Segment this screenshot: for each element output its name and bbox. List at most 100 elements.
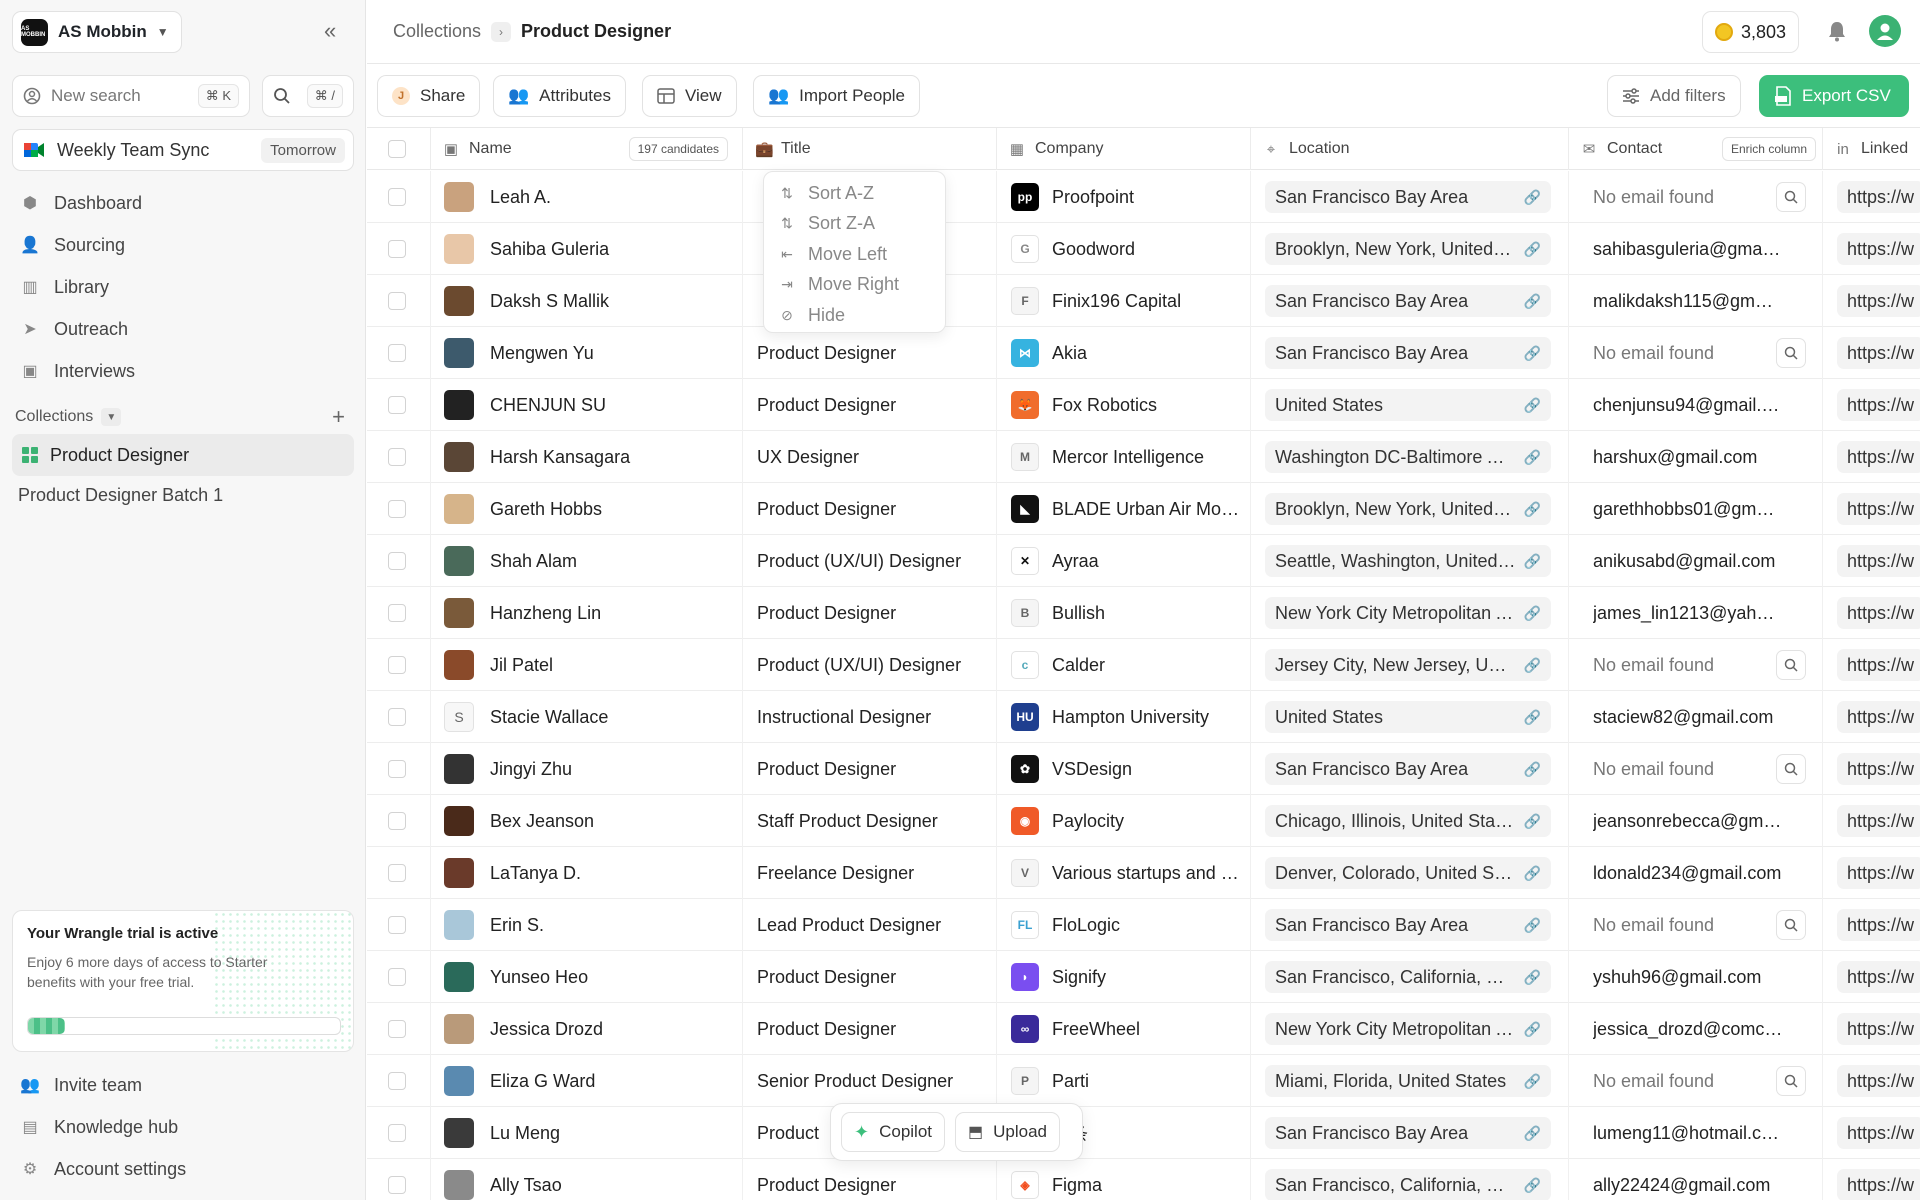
company-cell[interactable]: FL FloLogic xyxy=(997,899,1251,951)
table-row[interactable]: Sahiba Guleria G Goodword Brooklyn, New Yor… xyxy=(367,223,1920,275)
workspace-switcher[interactable]: AS MOBBIN AS Mobbin ▼ xyxy=(12,11,182,53)
row-checkbox[interactable] xyxy=(388,760,406,778)
contact-cell[interactable]: No email found xyxy=(1569,639,1823,691)
menu-item-hide[interactable]: ⊘ Hide xyxy=(764,300,945,331)
name-cell[interactable]: Gareth Hobbs xyxy=(431,483,743,535)
linkedin-cell[interactable]: https://w xyxy=(1823,379,1920,431)
location-cell[interactable]: New York City Metropolitan Area 🔗 xyxy=(1251,1003,1569,1055)
linkedin-cell[interactable]: https://w xyxy=(1823,275,1920,327)
company-cell[interactable]: c Calder xyxy=(997,639,1251,691)
linkedin-url[interactable]: https://w xyxy=(1837,389,1920,421)
linkedin-url[interactable]: https://w xyxy=(1837,285,1920,317)
location-pill[interactable]: San Francisco Bay Area 🔗 xyxy=(1265,337,1551,369)
location-cell[interactable]: San Francisco Bay Area 🔗 xyxy=(1251,743,1569,795)
company-cell[interactable]: M Mercor Intelligence xyxy=(997,431,1251,483)
title-cell[interactable]: Product Designer xyxy=(743,379,997,431)
name-cell[interactable]: Harsh Kansagara xyxy=(431,431,743,483)
title-cell[interactable]: Product Designer xyxy=(743,327,997,379)
linkedin-cell[interactable]: https://w xyxy=(1823,795,1920,847)
location-pill[interactable]: Brooklyn, New York, United States 🔗 xyxy=(1265,493,1551,525)
location-cell[interactable]: Brooklyn, New York, United States 🔗 xyxy=(1251,223,1569,275)
linkedin-url[interactable]: https://w xyxy=(1837,545,1920,577)
linkedin-cell[interactable]: https://w xyxy=(1823,431,1920,483)
table-row[interactable]: Shah Alam Product (UX/UI) Designer ✕ Ayraa S… xyxy=(367,535,1920,587)
name-cell[interactable]: Daksh S Mallik xyxy=(431,275,743,327)
enrich-search-icon[interactable] xyxy=(1776,910,1806,940)
contact-cell[interactable]: No email found xyxy=(1569,743,1823,795)
enrich-search-icon[interactable] xyxy=(1776,650,1806,680)
contact-cell[interactable]: No email found xyxy=(1569,1055,1823,1107)
enrich-search-icon[interactable] xyxy=(1776,182,1806,212)
row-checkbox[interactable] xyxy=(388,968,406,986)
export-csv-button[interactable]: Export CSV xyxy=(1759,75,1909,117)
contact-cell[interactable]: staciew82@gmail.com xyxy=(1569,691,1823,743)
linkedin-cell[interactable]: https://w xyxy=(1823,171,1920,223)
table-row[interactable]: Mengwen Yu Product Designer ⋈ Akia San Franc… xyxy=(367,327,1920,379)
location-pill[interactable]: San Francisco, California, United States… xyxy=(1265,1169,1551,1200)
nav-item-outreach[interactable]: ➤ Outreach xyxy=(12,308,354,350)
name-cell[interactable]: S Stacie Wallace xyxy=(431,691,743,743)
title-cell[interactable]: Lead Product Designer xyxy=(743,899,997,951)
menu-item-sort-a-z[interactable]: ⇅ Sort A-Z xyxy=(764,178,945,209)
name-cell[interactable]: Jil Patel xyxy=(431,639,743,691)
company-cell[interactable]: ◣ BLADE Urban Air Mobility xyxy=(997,483,1251,535)
linkedin-cell[interactable]: https://w xyxy=(1823,327,1920,379)
column-header-location[interactable]: ⌖ Location xyxy=(1251,128,1569,170)
contact-cell[interactable]: No email found xyxy=(1569,899,1823,951)
title-cell[interactable]: Senior Product Designer xyxy=(743,1055,997,1107)
row-checkbox[interactable] xyxy=(388,812,406,830)
location-cell[interactable]: Denver, Colorado, United States 🔗 xyxy=(1251,847,1569,899)
nav-item-dashboard[interactable]: ⬢ Dashboard xyxy=(12,182,354,224)
column-header-contact[interactable]: ✉ Contact Enrich column xyxy=(1569,128,1823,170)
location-cell[interactable]: San Francisco Bay Area 🔗 xyxy=(1251,1107,1569,1159)
row-checkbox[interactable] xyxy=(388,1176,406,1194)
name-cell[interactable]: Leah A. xyxy=(431,171,743,223)
user-avatar[interactable] xyxy=(1869,15,1901,47)
location-cell[interactable]: United States 🔗 xyxy=(1251,379,1569,431)
contact-cell[interactable]: jeansonrebecca@gmail.com xyxy=(1569,795,1823,847)
location-pill[interactable]: San Francisco Bay Area 🔗 xyxy=(1265,285,1551,317)
column-header-name[interactable]: ▣ Name 197 candidates xyxy=(431,128,743,170)
collapse-sidebar-icon[interactable]: « xyxy=(324,20,336,42)
location-cell[interactable]: United States 🔗 xyxy=(1251,691,1569,743)
nav-item-account-settings[interactable]: ⚙ Account settings xyxy=(12,1148,354,1190)
location-pill[interactable]: Chicago, Illinois, United States 🔗 xyxy=(1265,805,1551,837)
table-row[interactable]: Daksh S Mallik F Finix196 Capital San Franc… xyxy=(367,275,1920,327)
linkedin-url[interactable]: https://w xyxy=(1837,753,1920,785)
import-people-button[interactable]: 👥 Import People xyxy=(753,75,921,117)
linkedin-url[interactable]: https://w xyxy=(1837,233,1920,265)
table-row[interactable]: Jingyi Zhu Product Designer ✿ VSDesign San F… xyxy=(367,743,1920,795)
row-checkbox[interactable] xyxy=(388,1072,406,1090)
linkedin-url[interactable]: https://w xyxy=(1837,337,1920,369)
linkedin-url[interactable]: https://w xyxy=(1837,909,1920,941)
nav-item-sourcing[interactable]: 👤 Sourcing xyxy=(12,224,354,266)
linkedin-cell[interactable]: https://w xyxy=(1823,1107,1920,1159)
company-cell[interactable]: 🦊 Fox Robotics xyxy=(997,379,1251,431)
name-cell[interactable]: CHENJUN SU xyxy=(431,379,743,431)
location-cell[interactable]: Miami, Florida, United States 🔗 xyxy=(1251,1055,1569,1107)
row-checkbox[interactable] xyxy=(388,604,406,622)
table-row[interactable]: Hanzheng Lin Product Designer B Bullish New … xyxy=(367,587,1920,639)
company-cell[interactable]: B Bullish xyxy=(997,587,1251,639)
contact-cell[interactable]: sahibasguleria@gmail.com xyxy=(1569,223,1823,275)
location-pill[interactable]: Seattle, Washington, United States 🔗 xyxy=(1265,545,1551,577)
location-pill[interactable]: Jersey City, New Jersey, United States 🔗 xyxy=(1265,649,1551,681)
nav-item-library[interactable]: ▥ Library xyxy=(12,266,354,308)
location-pill[interactable]: Denver, Colorado, United States 🔗 xyxy=(1265,857,1551,889)
location-pill[interactable]: San Francisco Bay Area 🔗 xyxy=(1265,753,1551,785)
title-cell[interactable]: Instructional Designer xyxy=(743,691,997,743)
nav-item-invite-team[interactable]: 👥 Invite team xyxy=(12,1064,354,1106)
contact-cell[interactable]: jessica_drozd@comcast.net xyxy=(1569,1003,1823,1055)
new-search-button[interactable]: New search ⌘ K xyxy=(12,75,250,117)
enrich-search-icon[interactable] xyxy=(1776,1066,1806,1096)
copilot-button[interactable]: ✦ Copilot xyxy=(841,1112,946,1152)
row-checkbox[interactable] xyxy=(388,396,406,414)
linkedin-cell[interactable]: https://w xyxy=(1823,223,1920,275)
company-cell[interactable]: ∞ FreeWheel xyxy=(997,1003,1251,1055)
location-pill[interactable]: New York City Metropolitan Area 🔗 xyxy=(1265,1013,1551,1045)
table-row[interactable]: Jil Patel Product (UX/UI) Designer c Calder… xyxy=(367,639,1920,691)
name-cell[interactable]: Lu Meng xyxy=(431,1107,743,1159)
name-cell[interactable]: Shah Alam xyxy=(431,535,743,587)
name-cell[interactable]: Ally Tsao xyxy=(431,1159,743,1200)
table-row[interactable]: Ally Tsao Product Designer ◈ Figma San Franc… xyxy=(367,1159,1920,1200)
